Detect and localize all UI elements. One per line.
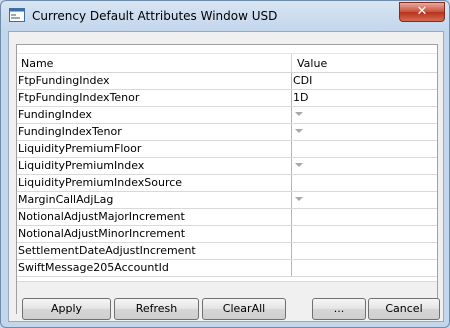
table-row[interactable]: FundingIndexTenor [17, 124, 437, 141]
window-title: Currency Default Attributes Window USD [32, 9, 278, 23]
grid-rows: FtpFundingIndex CDI FtpFundingIndexTenor 1D… [17, 73, 437, 277]
attribute-name-cell: FundingIndex [18, 108, 92, 121]
cell-divider [291, 124, 292, 140]
dropdown-arrow-icon[interactable] [295, 163, 303, 167]
attribute-name-cell: NotionalAdjustMinorIncrement [18, 227, 186, 240]
close-icon: ✕ [416, 4, 428, 19]
table-row[interactable]: SettlementDateAdjustIncrement [17, 243, 437, 260]
more-button[interactable]: ... [312, 298, 366, 320]
cell-divider [291, 260, 292, 276]
attribute-value-cell[interactable] [293, 261, 433, 275]
attribute-name-cell: LiquidityPremiumIndex [18, 159, 145, 172]
table-row[interactable]: FtpFundingIndex CDI [17, 73, 437, 90]
attribute-value-cell[interactable] [293, 142, 433, 156]
attribute-value-cell[interactable] [293, 176, 433, 190]
attribute-name-cell: FtpFundingIndexTenor [18, 91, 140, 104]
dialog-content: Name Value FtpFundingIndex CDI FtpFundingI… [8, 31, 444, 322]
table-row[interactable]: LiquidityPremiumIndex [17, 158, 437, 175]
cell-divider [291, 175, 292, 191]
attribute-name-cell: NotionalAdjustMajorIncrement [18, 210, 185, 223]
cell-divider [291, 107, 292, 123]
table-row[interactable]: NotionalAdjustMajorIncrement [17, 209, 437, 226]
cell-divider [291, 73, 292, 89]
column-divider[interactable] [291, 54, 292, 72]
grid-header: Name Value [17, 53, 437, 73]
table-row[interactable]: LiquidityPremiumIndexSource [17, 175, 437, 192]
attribute-name-cell: LiquidityPremiumFloor [18, 142, 142, 155]
attribute-name-cell: FundingIndexTenor [18, 125, 122, 138]
table-row[interactable]: SwiftMessage205AccountId [17, 260, 437, 277]
table-row[interactable]: MarginCallAdjLag [17, 192, 437, 209]
attributes-grid: Name Value FtpFundingIndex CDI FtpFundingI… [16, 44, 438, 314]
attribute-name-cell: SettlementDateAdjustIncrement [18, 244, 196, 257]
cancel-button[interactable]: Cancel [368, 298, 440, 320]
dropdown-arrow-icon[interactable] [295, 197, 303, 201]
attribute-name-cell: SwiftMessage205AccountId [18, 261, 169, 274]
attribute-name-cell: MarginCallAdjLag [18, 193, 114, 206]
apply-button[interactable]: Apply [22, 298, 111, 320]
attribute-name-cell: LiquidityPremiumIndexSource [18, 176, 183, 189]
table-row[interactable]: FtpFundingIndexTenor 1D [17, 90, 437, 107]
clear-all-button[interactable]: ClearAll [202, 298, 286, 320]
cell-divider [291, 192, 292, 208]
cell-divider [291, 90, 292, 106]
close-button[interactable]: ✕ [399, 2, 445, 22]
attribute-value-cell[interactable]: 1D [293, 91, 433, 105]
attribute-value-cell[interactable] [293, 210, 433, 224]
dropdown-arrow-icon[interactable] [295, 129, 303, 133]
dialog-window: Currency Default Attributes Window USD ✕… [0, 0, 450, 328]
attribute-name-cell: FtpFundingIndex [18, 74, 110, 87]
app-window-icon [9, 8, 25, 22]
attribute-value-cell[interactable]: CDI [293, 74, 433, 88]
refresh-button[interactable]: Refresh [114, 298, 199, 320]
title-bar[interactable]: Currency Default Attributes Window USD ✕ [1, 1, 449, 31]
cell-divider [291, 158, 292, 174]
dropdown-arrow-icon[interactable] [295, 112, 303, 116]
cell-divider [291, 209, 292, 225]
table-row[interactable]: NotionalAdjustMinorIncrement [17, 226, 437, 243]
column-header-value[interactable]: Value [297, 57, 327, 70]
cell-divider [291, 226, 292, 242]
attribute-value-cell[interactable] [293, 244, 433, 258]
cell-divider [291, 243, 292, 259]
cell-divider [291, 141, 292, 157]
table-row[interactable]: FundingIndex [17, 107, 437, 124]
table-row[interactable]: LiquidityPremiumFloor [17, 141, 437, 158]
attribute-value-cell[interactable] [293, 227, 433, 241]
column-header-name[interactable]: Name [21, 57, 53, 70]
